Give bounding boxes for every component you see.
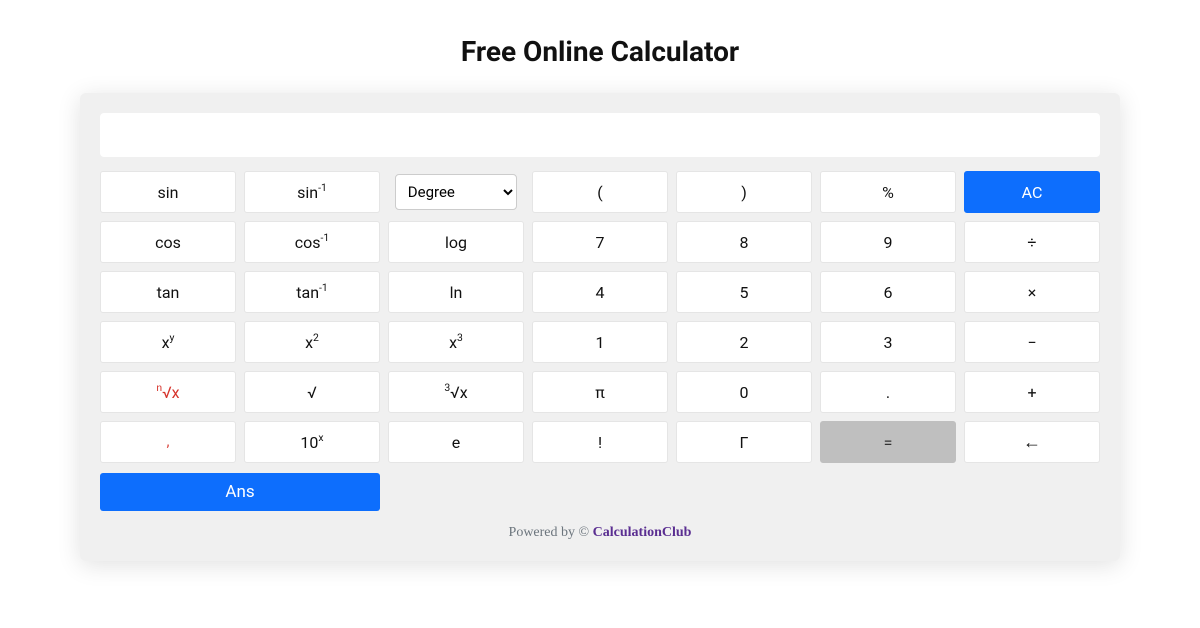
minus-button[interactable]: − <box>964 321 1100 363</box>
percent-button[interactable]: % <box>820 171 956 213</box>
x2-base: x <box>305 333 313 352</box>
divide-button[interactable]: ÷ <box>964 221 1100 263</box>
angle-mode-wrapper: Degree <box>388 171 524 213</box>
ac-button[interactable]: AC <box>964 171 1100 213</box>
decimal-button[interactable]: . <box>820 371 956 413</box>
gamma-button[interactable]: Γ <box>676 421 812 463</box>
tenx-sup: x <box>318 431 323 444</box>
digit-1-button[interactable]: 1 <box>532 321 668 363</box>
x3-base: x <box>449 333 457 352</box>
ten-power-x-button[interactable]: 10x <box>244 421 380 463</box>
cuberoot-radical: √x <box>450 383 467 402</box>
cuberoot-button[interactable]: 3√x <box>388 371 524 413</box>
equals-button[interactable]: = <box>820 421 956 463</box>
tenx-base: 10 <box>300 433 318 452</box>
digit-4-button[interactable]: 4 <box>532 271 668 313</box>
footer-brand: CalculationClub <box>593 525 692 540</box>
x2-sup: 2 <box>313 331 319 344</box>
digit-0-button[interactable]: 0 <box>676 371 812 413</box>
cos-button[interactable]: cos <box>100 221 236 263</box>
acos-button[interactable]: cos-1 <box>244 221 380 263</box>
ans-row: Ans <box>100 473 1100 511</box>
digit-6-button[interactable]: 6 <box>820 271 956 313</box>
e-button[interactable]: e <box>388 421 524 463</box>
asin-base: sin <box>297 183 318 202</box>
asin-button[interactable]: sin-1 <box>244 171 380 213</box>
footer: Powered by © CalculationClub <box>100 525 1100 541</box>
nroot-radical: √x <box>162 383 179 402</box>
digit-7-button[interactable]: 7 <box>532 221 668 263</box>
x-squared-button[interactable]: x2 <box>244 321 380 363</box>
xy-power-button[interactable]: xy <box>100 321 236 363</box>
atan-button[interactable]: tan-1 <box>244 271 380 313</box>
ln-button[interactable]: ln <box>388 271 524 313</box>
digit-8-button[interactable]: 8 <box>676 221 812 263</box>
acos-base: cos <box>295 233 321 252</box>
sin-button[interactable]: sin <box>100 171 236 213</box>
tan-button[interactable]: tan <box>100 271 236 313</box>
lparen-button[interactable]: ( <box>532 171 668 213</box>
page-title: Free Online Calculator <box>0 0 1200 93</box>
calculator-display[interactable] <box>100 113 1100 157</box>
backspace-button[interactable]: ← <box>964 421 1100 463</box>
ans-button[interactable]: Ans <box>100 473 380 511</box>
xy-sup: y <box>170 331 175 344</box>
sqrt-button[interactable]: √ <box>244 371 380 413</box>
digit-3-button[interactable]: 3 <box>820 321 956 363</box>
acos-sup: -1 <box>321 231 330 244</box>
digit-9-button[interactable]: 9 <box>820 221 956 263</box>
factorial-button[interactable]: ! <box>532 421 668 463</box>
asin-sup: -1 <box>318 181 327 194</box>
cuberoot-sup: 3 <box>444 381 450 394</box>
x-cubed-button[interactable]: x3 <box>388 321 524 363</box>
plus-button[interactable]: + <box>964 371 1100 413</box>
xy-base: x <box>162 333 170 352</box>
calculator-panel: sin sin-1 Degree ( ) % AC cos cos-1 log … <box>80 93 1120 561</box>
atan-sup: -1 <box>319 281 328 294</box>
log-button[interactable]: log <box>388 221 524 263</box>
digit-5-button[interactable]: 5 <box>676 271 812 313</box>
rparen-button[interactable]: ) <box>676 171 812 213</box>
angle-mode-select[interactable]: Degree <box>395 174 517 210</box>
calculator-buttons: sin sin-1 Degree ( ) % AC cos cos-1 log … <box>100 171 1100 463</box>
multiply-button[interactable]: × <box>964 271 1100 313</box>
atan-base: tan <box>296 283 319 302</box>
pi-button[interactable]: π <box>532 371 668 413</box>
nroot-sup: n <box>156 381 162 394</box>
x3-sup: 3 <box>457 331 463 344</box>
digit-2-button[interactable]: 2 <box>676 321 812 363</box>
nth-root-button[interactable]: n√x <box>100 371 236 413</box>
comma-button[interactable]: , <box>100 421 236 463</box>
footer-prefix: Powered by © <box>509 525 593 540</box>
